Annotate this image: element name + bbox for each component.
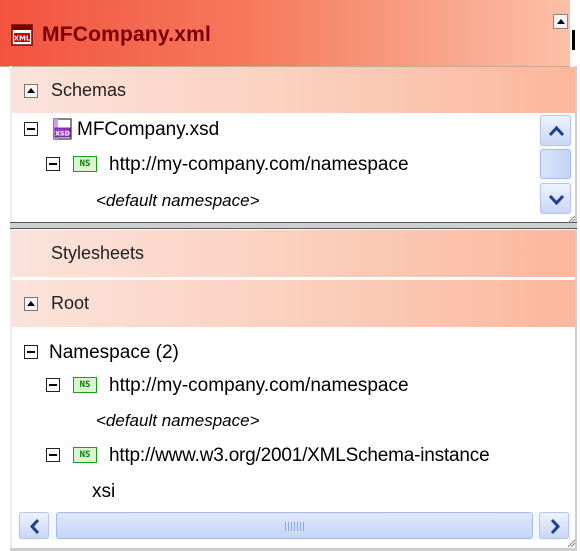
collapse-toggle-icon[interactable] [46, 157, 60, 171]
scroll-down-button[interactable] [540, 183, 571, 214]
window-edge-marker [572, 30, 575, 50]
chevron-down-icon [548, 194, 565, 206]
resize-grip-icon[interactable] [566, 214, 576, 224]
stylesheets-section-label: Stylesheets [51, 243, 145, 263]
panel-frame-right [575, 66, 577, 550]
scroll-left-button[interactable] [19, 512, 49, 539]
schemas-section-header[interactable]: Schemas [12, 67, 575, 113]
namespace-item-row[interactable]: NS http://www.w3.org/2001/XMLSchema-inst… [20, 443, 572, 469]
namespace-group-label: Namespace (2) [49, 342, 179, 363]
scroll-right-button[interactable] [539, 512, 569, 539]
schema-prefix-label: <default namespace> [96, 191, 260, 210]
namespace-icon: NS [73, 447, 97, 463]
namespace-uri: http://www.w3.org/2001/XMLSchema-instanc… [109, 445, 490, 466]
namespace-icon: NS [73, 377, 97, 393]
namespace-item-row[interactable]: NS http://my-company.com/namespace [20, 373, 570, 399]
namespace-icon: NS [73, 156, 97, 172]
stylesheets-section-header[interactable]: Stylesheets [12, 230, 575, 277]
namespace-uri: http://my-company.com/namespace [109, 375, 409, 396]
project-window: XML MFCompany.xml Schemas XSD MFCompany.… [0, 0, 580, 551]
schema-prefix-row[interactable]: <default namespace> [20, 188, 535, 214]
scroll-up-button[interactable] [540, 115, 571, 146]
collapse-toggle-icon[interactable] [24, 345, 38, 359]
schemas-section-label: Schemas [51, 80, 127, 100]
root-collapse-button[interactable] [24, 297, 38, 311]
panel-splitter[interactable] [10, 222, 577, 229]
scroll-grip [285, 522, 305, 531]
schema-namespace-uri: http://my-company.com/namespace [109, 154, 409, 175]
svg-text:XML: XML [14, 35, 31, 43]
chevron-up-icon [548, 125, 565, 137]
chevron-left-icon [29, 518, 40, 535]
xsd-file-icon: XSD [53, 118, 72, 140]
namespace-prefix-label: <default namespace> [96, 411, 260, 430]
schema-namespace-row[interactable]: NS http://my-company.com/namespace [20, 152, 535, 178]
window-title: MFCompany.xml [42, 23, 212, 46]
namespace-group-row[interactable]: Namespace (2) [20, 340, 570, 366]
title-bar: XML MFCompany.xml [0, 0, 570, 67]
namespace-prefix-row[interactable]: xsi [20, 479, 570, 505]
collapse-toggle-icon[interactable] [24, 122, 38, 136]
xml-file-icon: XML [11, 24, 33, 46]
schema-file-row[interactable]: XSD MFCompany.xsd [20, 117, 535, 143]
window-collapse-button[interactable] [553, 14, 568, 29]
root-section-header[interactable]: Root [12, 280, 575, 327]
schemas-vertical-scrollbar[interactable] [539, 114, 572, 214]
scroll-thumb[interactable] [56, 512, 533, 539]
collapse-toggle-icon[interactable] [46, 448, 60, 462]
resize-grip-icon[interactable] [566, 538, 576, 548]
root-horizontal-scrollbar[interactable] [18, 512, 571, 540]
namespace-prefix-row[interactable]: <default namespace> [20, 408, 570, 434]
root-section-label: Root [51, 293, 90, 313]
scroll-thumb[interactable] [540, 149, 571, 179]
schemas-collapse-button[interactable] [24, 84, 38, 98]
svg-text:XSD: XSD [55, 129, 71, 137]
collapse-toggle-icon[interactable] [46, 378, 60, 392]
namespace-prefix-label: xsi [92, 481, 116, 502]
schema-file-name: MFCompany.xsd [77, 119, 220, 140]
chevron-right-icon [550, 518, 561, 535]
